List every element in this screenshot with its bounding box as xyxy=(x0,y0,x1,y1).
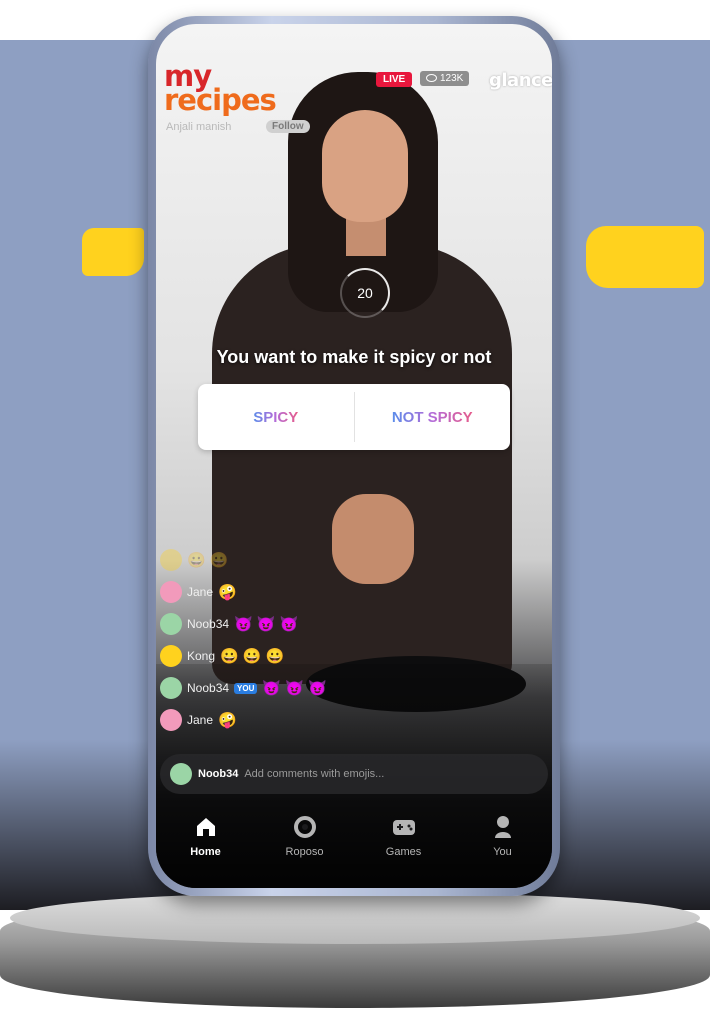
gamepad-icon xyxy=(391,814,417,840)
poll-option-not-spicy[interactable]: NOT SPICY xyxy=(355,384,511,450)
comment-username: Noob34 xyxy=(198,768,239,780)
chat-emojis: 😀 😀 😀 xyxy=(220,647,285,665)
roposo-icon xyxy=(292,814,318,840)
logo-line-2: recipes xyxy=(164,83,277,117)
avatar xyxy=(160,581,182,603)
glance-logo[interactable]: glance xyxy=(489,70,552,91)
avatar xyxy=(160,677,182,699)
chat-emojis: 🤪 xyxy=(218,711,237,729)
decor-yellow-shape-right xyxy=(586,226,704,288)
live-badge: LIVE xyxy=(376,72,413,87)
live-chat: 😀 😀 Jane 🤪 Noob34 😈 😈 😈 Kong 😀 😀 😀 Noob3… xyxy=(160,544,400,736)
poll-card: SPICY NOT SPICY xyxy=(198,384,510,450)
decor-yellow-shape-left xyxy=(82,228,144,276)
chat-emojis: 😈 😈 😈 xyxy=(234,615,299,633)
viewer-count-text: 123K xyxy=(440,73,464,84)
poll-option-spicy[interactable]: SPICY xyxy=(198,384,354,450)
poll-question: You want to make it spicy or not xyxy=(216,347,492,367)
countdown-timer: 20 xyxy=(340,268,390,318)
chat-username: Noob34 xyxy=(187,681,230,695)
home-icon xyxy=(193,814,219,840)
comment-input[interactable]: Noob34 Add comments with emojis... xyxy=(160,754,548,794)
chat-row: Jane 🤪 xyxy=(160,576,400,608)
chat-emojis: 😈 😈 😈 xyxy=(262,679,327,697)
phone-screen: my recipes Anjali manish Follow LIVE 123… xyxy=(156,24,552,888)
chat-row: Noob34 YOU 😈 😈 😈 xyxy=(160,672,400,704)
chat-row: Noob34 😈 😈 😈 xyxy=(160,608,400,640)
bottom-nav: Home Roposo Games You xyxy=(156,814,552,874)
profile-icon xyxy=(490,814,516,840)
chat-emojis: 🤪 xyxy=(218,583,237,601)
pedestal-top xyxy=(10,892,700,944)
chat-username: Noob34 xyxy=(187,617,230,631)
chat-row: Jane 🤪 xyxy=(160,704,400,736)
nav-item-games[interactable]: Games xyxy=(364,814,444,858)
nav-label: Roposo xyxy=(285,846,324,858)
chat-username: Jane xyxy=(187,585,214,599)
creator-name: Anjali manish xyxy=(166,121,232,133)
chat-row: Kong 😀 😀 😀 xyxy=(160,640,400,672)
emoji: 😀 😀 xyxy=(187,551,229,569)
you-badge: YOU xyxy=(234,682,258,694)
avatar xyxy=(170,763,192,785)
nav-item-home[interactable]: Home xyxy=(166,814,246,858)
nav-label: Home xyxy=(190,846,221,858)
poll-option-spicy-label: SPICY xyxy=(253,408,299,426)
follow-button[interactable]: Follow xyxy=(266,120,310,133)
nav-label: You xyxy=(493,846,512,858)
avatar xyxy=(160,709,182,731)
avatar xyxy=(160,613,182,635)
nav-item-you[interactable]: You xyxy=(463,814,543,858)
avatar xyxy=(160,645,182,667)
presenter-face xyxy=(322,110,408,222)
avatar xyxy=(160,549,182,571)
eye-icon xyxy=(426,74,437,83)
chat-row-faded: 😀 😀 xyxy=(160,544,400,576)
chat-username: Kong xyxy=(187,649,216,663)
myrecipes-logo: my recipes xyxy=(164,62,277,117)
comment-placeholder: Add comments with emojis... xyxy=(244,768,385,780)
poll-option-not-spicy-label: NOT SPICY xyxy=(391,408,473,426)
nav-label: Games xyxy=(385,846,422,858)
viewer-count: 123K xyxy=(420,71,470,86)
nav-item-roposo[interactable]: Roposo xyxy=(265,814,345,858)
chat-username: Jane xyxy=(187,713,214,727)
